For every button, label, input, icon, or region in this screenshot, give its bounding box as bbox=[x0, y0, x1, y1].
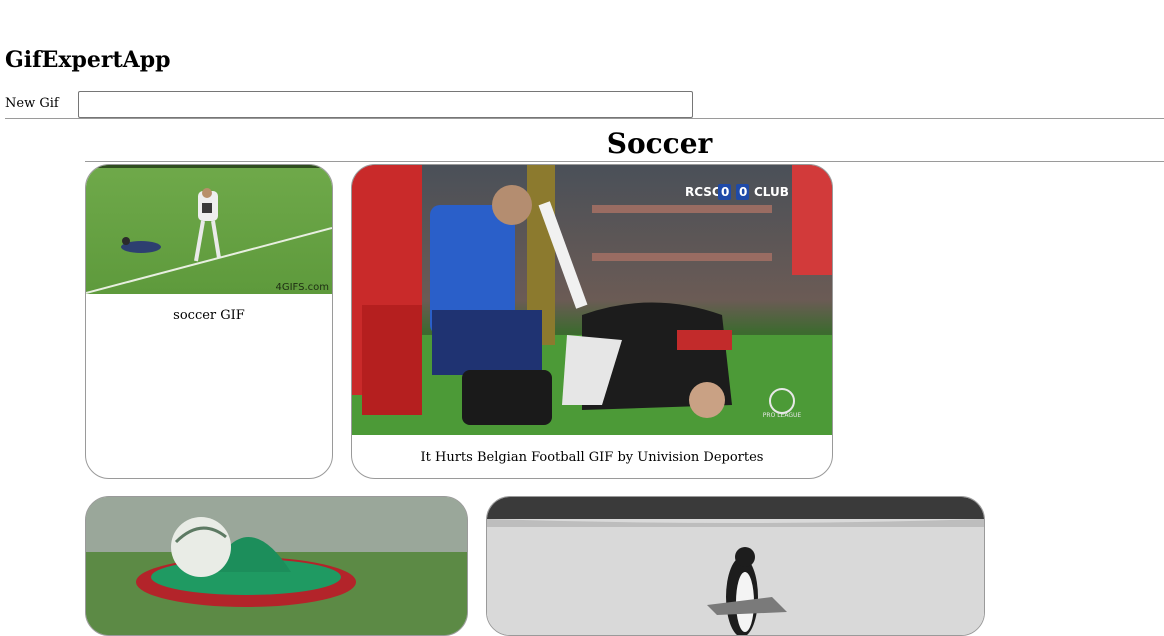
gif-card[interactable]: RCSC 0 0 CLUB PRO LEAGUE It Hurts Belgia… bbox=[351, 164, 833, 479]
scoreboard-score-b: 0 bbox=[739, 185, 747, 199]
scoreboard-right: CLUB bbox=[754, 185, 789, 199]
gif-image bbox=[86, 497, 467, 635]
gif-title: It Hurts Belgian Football GIF by Univisi… bbox=[420, 450, 764, 465]
gif-card[interactable] bbox=[486, 496, 985, 636]
gif-card[interactable] bbox=[85, 496, 468, 636]
scoreboard-left: RCSC bbox=[685, 185, 721, 199]
new-gif-label: New Gif bbox=[5, 96, 59, 111]
category-title: Soccer bbox=[606, 127, 713, 160]
new-gif-input[interactable] bbox=[78, 91, 693, 118]
corner-logo-text: PRO LEAGUE bbox=[763, 412, 802, 419]
scoreboard-score-a: 0 bbox=[721, 185, 729, 199]
app-title: GifExpertApp bbox=[5, 47, 171, 73]
gif-card[interactable]: 4GIFS.com soccer GIF bbox=[85, 164, 333, 479]
gif-image: RCSC 0 0 CLUB PRO LEAGUE bbox=[352, 165, 832, 435]
gif-image bbox=[487, 497, 984, 635]
gif-image: 4GIFS.com bbox=[86, 165, 332, 294]
watermark-text: 4GIFS.com bbox=[275, 282, 329, 293]
category-divider bbox=[85, 161, 1164, 162]
divider bbox=[5, 118, 1164, 119]
gif-title: soccer GIF bbox=[173, 308, 245, 323]
